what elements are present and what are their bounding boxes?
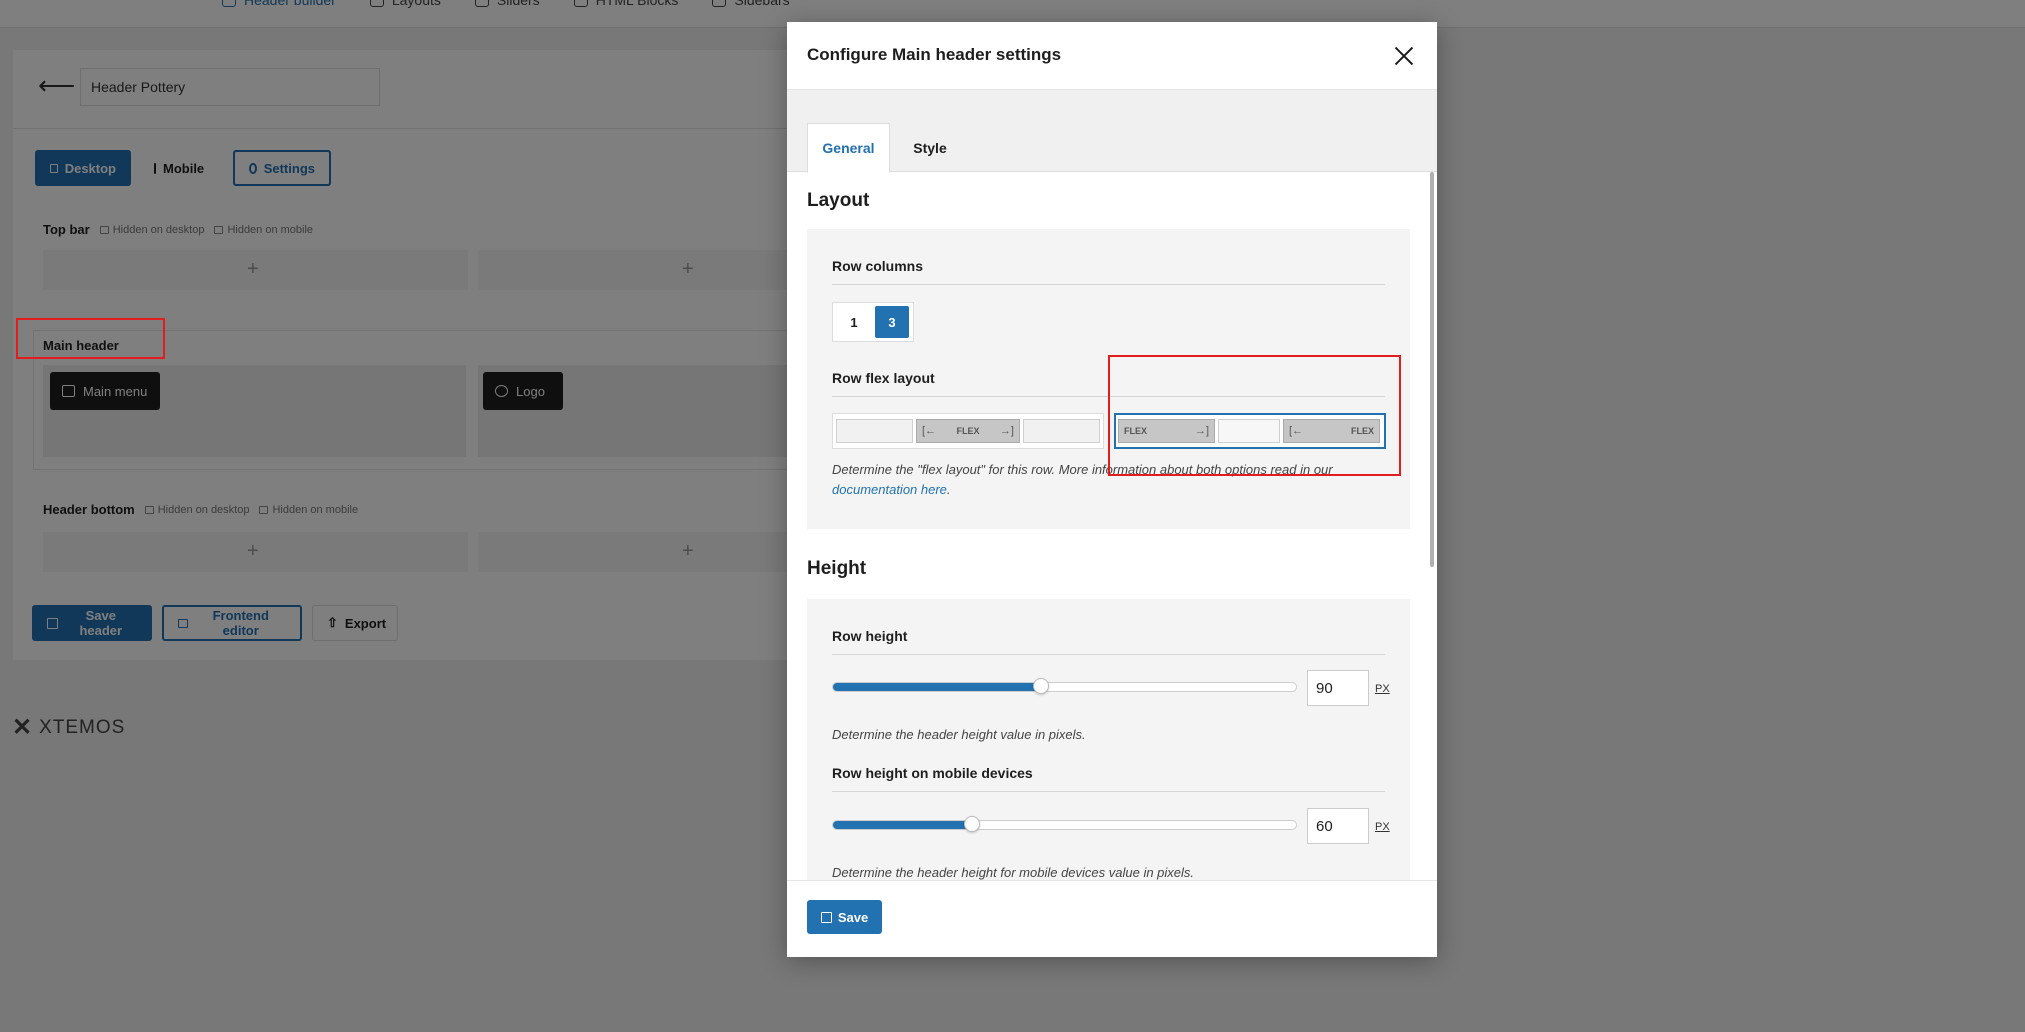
flex-cell-fixed — [1023, 419, 1100, 443]
modal-title: Configure Main header settings — [807, 45, 1062, 64]
tabs-bar: General Style — [787, 90, 1437, 173]
slider-fill — [833, 821, 972, 829]
modal-body: Layout Row columns 1 3 Row flex layout [… — [787, 172, 1437, 902]
height-panel: Row height PX Determine the header heigh… — [807, 599, 1410, 902]
divider — [832, 791, 1385, 792]
tab-general[interactable]: General — [807, 123, 890, 173]
row-columns-option-3[interactable]: 3 — [875, 306, 909, 338]
flex-layout-option-1[interactable]: [← FLEX →] — [832, 413, 1104, 449]
flex-layout-description: Determine the "flex layout" for this row… — [832, 462, 1333, 497]
slider-fill — [833, 683, 1041, 691]
close-icon[interactable] — [1392, 44, 1416, 68]
row-height-input[interactable] — [1307, 670, 1369, 706]
row-height-mobile-slider[interactable] — [832, 816, 1297, 832]
flex-cell-flex: [← FLEX →] — [916, 419, 1020, 443]
save-icon — [820, 911, 832, 923]
documentation-link[interactable]: documentation here — [832, 482, 947, 497]
row-height-slider[interactable] — [832, 678, 1297, 694]
arrow-left-icon: [← — [922, 425, 937, 437]
arrow-right-icon: →] — [999, 425, 1014, 437]
flex-cell-fixed — [836, 419, 913, 443]
modal-header: Configure Main header settings — [787, 22, 1437, 90]
flex-cell-fixed — [1218, 419, 1280, 443]
divider — [832, 396, 1385, 397]
layout-panel: Row columns 1 3 Row flex layout [← FLEX →]… — [807, 229, 1410, 529]
scrollbar[interactable] — [1430, 172, 1434, 567]
slider-handle[interactable] — [964, 816, 980, 832]
layout-section-title: Layout — [807, 190, 870, 211]
row-height-description: Determine the header height value in pix… — [832, 727, 1086, 742]
flex-cell-flex: FLEX →] — [1118, 419, 1215, 443]
row-height-label: Row height — [832, 628, 908, 644]
tab-style[interactable]: Style — [895, 123, 965, 173]
flex-cell-flex: [← FLEX — [1283, 419, 1380, 443]
settings-modal: Configure Main header settings General S… — [787, 22, 1437, 957]
arrow-left-icon: [← — [1289, 425, 1304, 437]
height-section-title: Height — [807, 558, 867, 579]
row-height-unit[interactable]: PX — [1375, 683, 1390, 695]
slider-handle[interactable] — [1033, 678, 1049, 694]
row-height-mobile-input[interactable] — [1307, 808, 1369, 844]
row-columns-option-1[interactable]: 1 — [837, 306, 871, 338]
row-columns-label: Row columns — [832, 258, 924, 274]
modal-footer: Save — [787, 880, 1437, 957]
divider — [832, 654, 1385, 655]
save-button[interactable]: Save — [807, 900, 882, 934]
row-flex-layout-label: Row flex layout — [832, 370, 935, 386]
row-columns-selector: 1 3 — [832, 302, 914, 342]
divider — [832, 284, 1385, 285]
arrow-right-icon: →] — [1194, 425, 1209, 437]
flex-layout-option-2[interactable]: FLEX →] [← FLEX — [1114, 413, 1386, 449]
row-height-mobile-label: Row height on mobile devices — [832, 765, 1033, 781]
row-height-mobile-unit[interactable]: PX — [1375, 821, 1390, 833]
